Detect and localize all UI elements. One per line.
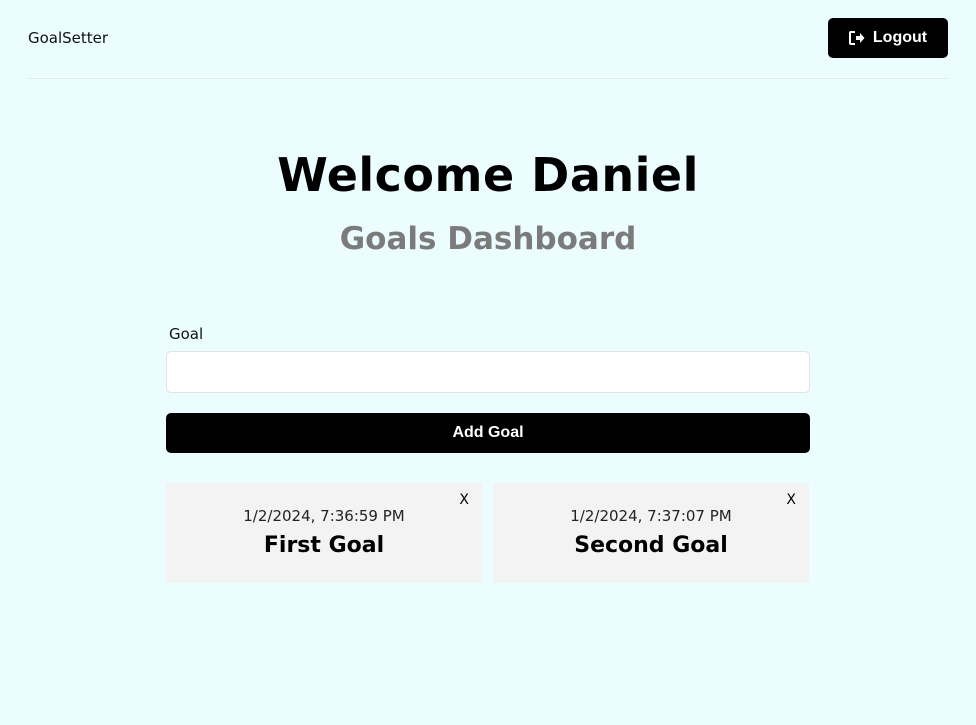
goal-title: First Goal [263, 533, 385, 558]
add-goal-button[interactable]: Add Goal [166, 413, 810, 453]
logout-label: Logout [872, 29, 928, 46]
goal-field-label: Goal [169, 325, 204, 343]
logout-button[interactable]: Logout [828, 18, 948, 58]
logo-link[interactable]: GoalSetter [28, 29, 108, 47]
top-header: GoalSetter Logout [28, 0, 948, 79]
delete-goal-button[interactable]: X [459, 492, 469, 508]
sign-out-icon [848, 31, 865, 45]
goal-date: 1/2/2024, 7:37:07 PM [570, 507, 732, 525]
goal-title: Second Goal [574, 533, 728, 558]
dashboard-heading: Welcome Daniel Goals Dashboard [28, 149, 948, 259]
goal-input[interactable] [166, 351, 810, 393]
dashboard-subtitle: Goals Dashboard [339, 221, 637, 257]
goal-form: Goal Add Goal [166, 324, 810, 453]
app-container: GoalSetter Logout Welcome Daniel Goals D… [28, 0, 948, 725]
goal-date: 1/2/2024, 7:36:59 PM [243, 507, 405, 525]
goal-card: 1/2/2024, 7:37:07 PM Second Goal X [493, 483, 809, 583]
delete-goal-button[interactable]: X [786, 492, 796, 508]
goals-list: 1/2/2024, 7:36:59 PM First Goal X 1/2/20… [166, 483, 810, 583]
welcome-title: Welcome Daniel [277, 148, 699, 202]
goal-card: 1/2/2024, 7:36:59 PM First Goal X [166, 483, 482, 583]
